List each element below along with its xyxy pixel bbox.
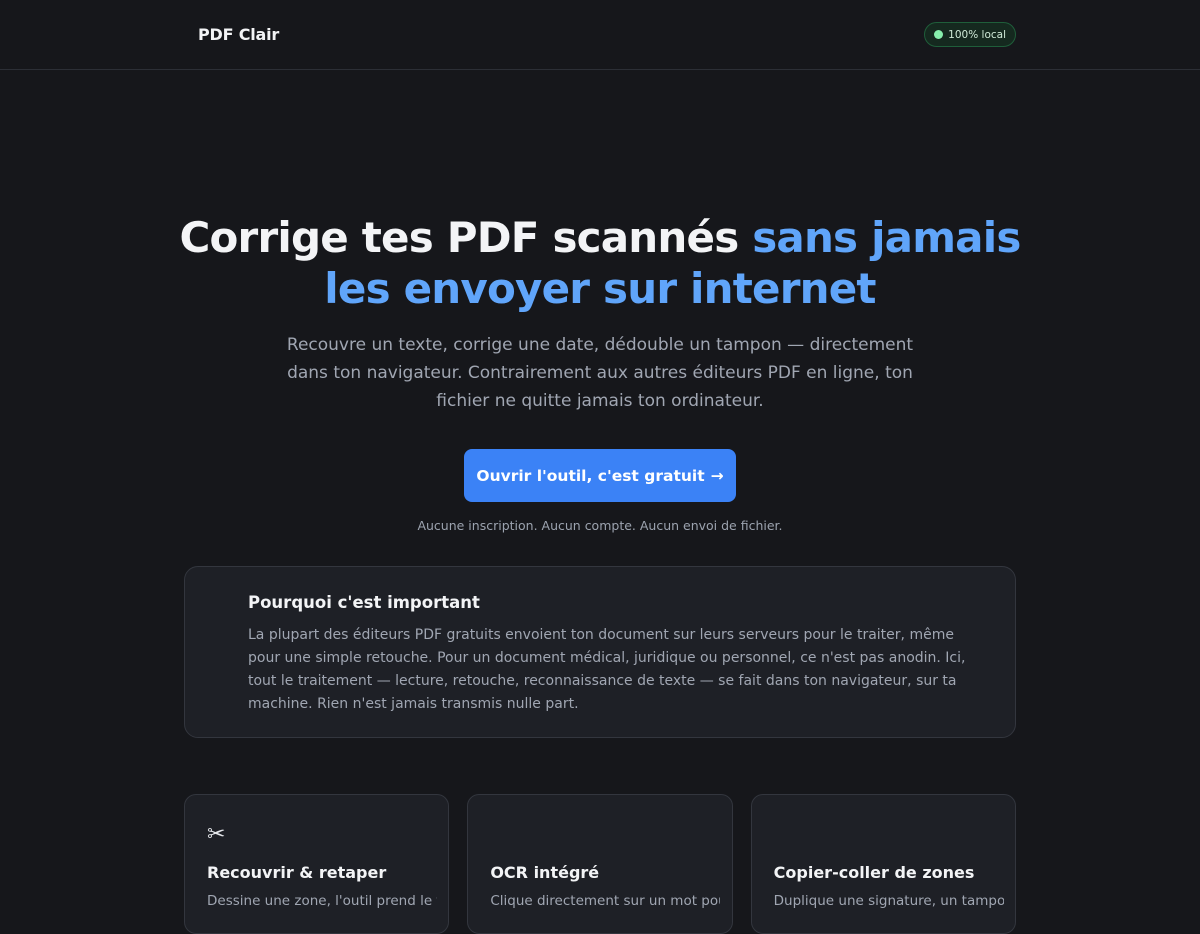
feature-title: Recouvrir & retaper [207,863,387,882]
feature-title: OCR intégré [490,863,600,882]
top-bar-inner: PDF Clair 100% local [198,0,1016,69]
why-text: La plupart des éditeurs PDF gratuits env… [248,627,966,712]
local-badge: 100% local [924,22,1016,47]
open-tool-button[interactable]: Ouvrir l'outil, c'est gratuit → [464,449,736,502]
why-title: Pourquoi c'est important [248,593,480,612]
feature-title: Copier-coller de zones [773,863,975,882]
brand-logo[interactable]: PDF Clair [198,25,279,44]
scissors-icon: ✂ [207,822,226,847]
feature-desc: Dessine une zone, l'outil prend le fond.… [207,893,437,909]
why-card: Pourquoi c'est important La plupart des … [184,566,1016,738]
ocr-icon [490,823,514,847]
copy-icon [774,823,798,847]
top-bar: PDF Clair 100% local [0,0,1200,70]
feature-desc: Duplique une signature, un tampon... [773,893,1004,909]
feature-desc: Clique directement sur un mot pour le... [490,893,720,909]
local-badge-label: 100% local [948,28,1006,41]
open-tool-button-label: Ouvrir l'outil, c'est gratuit [476,466,705,485]
features-grid: ✂ Recouvrir & retaper Dessine une zone, … [184,794,1016,934]
hero-title-main: Corrige tes PDF scannés [179,213,753,262]
feature-card-ocr: OCR intégré Clique directement sur un mo… [467,794,733,934]
cta-note: Aucune inscription. Aucun compte. Aucun … [417,518,783,533]
feature-card-cover-retype: ✂ Recouvrir & retaper Dessine une zone, … [184,794,450,934]
status-dot-icon [934,30,944,39]
feature-card-copy-paste: Copier-coller de zones Duplique une sign… [750,794,1016,934]
arrow-right-icon: → [710,466,724,485]
hero-subtitle: Recouvre un texte, corrige une date, déd… [286,335,914,411]
hero-section: Corrige tes PDF scannés sans jamais les … [0,70,1200,570]
hero-title: Corrige tes PDF scannés sans jamais les … [150,212,1050,314]
